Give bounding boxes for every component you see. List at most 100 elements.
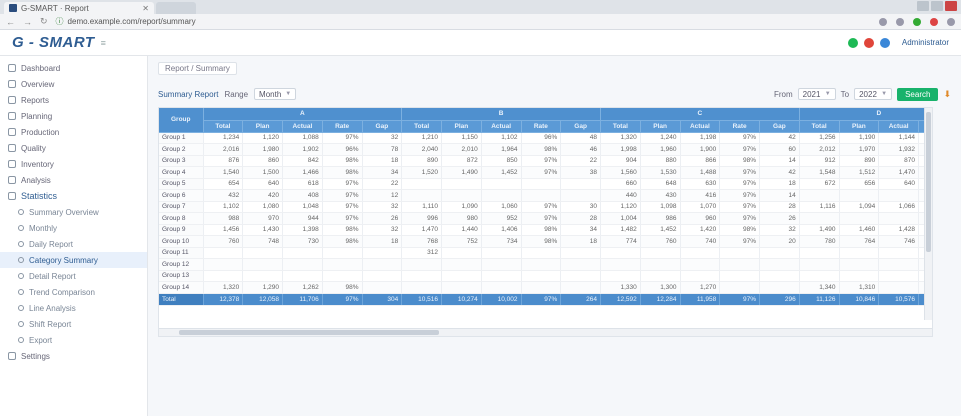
extension-green-icon[interactable] bbox=[913, 17, 921, 26]
close-tab-icon[interactable]: ✕ bbox=[142, 4, 149, 13]
table-row[interactable]: Group 2 2,016 1,980 1,902 96% 78 2,040 2,010 1,9… bbox=[159, 143, 932, 156]
status-green-icon[interactable] bbox=[847, 37, 858, 48]
sidebar-item-quality[interactable]: Quality bbox=[0, 140, 147, 156]
scroll-thumb[interactable] bbox=[926, 112, 931, 252]
table-row[interactable]: Group 6 432 420 408 97% 12 440 430 416 97% 14 bbox=[159, 189, 932, 202]
maximize-icon[interactable] bbox=[931, 1, 943, 11]
column-group-header[interactable]: B bbox=[401, 108, 601, 121]
column-header[interactable]: Total bbox=[203, 120, 244, 133]
menu-icon[interactable] bbox=[947, 17, 955, 26]
bookmark-icon[interactable] bbox=[879, 17, 887, 26]
scroll-thumb[interactable] bbox=[179, 330, 439, 335]
breadcrumb[interactable]: Report / Summary bbox=[158, 62, 237, 75]
column-header[interactable]: Plan bbox=[242, 120, 283, 133]
column-group-header[interactable]: A bbox=[203, 108, 403, 121]
column-header[interactable]: Gap bbox=[759, 120, 800, 133]
table-row[interactable]: Group 9 1,456 1,430 1,398 98% 32 1,470 1,440 1,4… bbox=[159, 224, 932, 236]
sidebar-item-overview[interactable]: Overview bbox=[0, 76, 147, 92]
table-row[interactable]: Group 13 bbox=[159, 270, 932, 282]
sidebar-item-production[interactable]: Production bbox=[0, 124, 147, 140]
sidebar-item-statistics[interactable]: Statistics bbox=[0, 188, 147, 204]
table-cell: 1,150 bbox=[441, 132, 482, 144]
sidebar-subitem-label: Category Summary bbox=[29, 255, 98, 265]
table-row[interactable]: Group 11 312 bbox=[159, 247, 932, 259]
sidebar-subitem[interactable]: Trend Comparison bbox=[0, 284, 147, 300]
column-header[interactable]: Actual bbox=[878, 120, 919, 133]
sidebar-item-reports[interactable]: Reports bbox=[0, 92, 147, 108]
sidebar-subitem[interactable]: Shift Report bbox=[0, 316, 147, 332]
sidebar-item-analysis[interactable]: Analysis bbox=[0, 172, 147, 188]
close-window-icon[interactable] bbox=[945, 1, 957, 11]
sidebar-item-inventory[interactable]: Inventory bbox=[0, 156, 147, 172]
column-header[interactable]: Rate bbox=[322, 120, 363, 133]
table-cell: 1,144 bbox=[878, 132, 919, 144]
from-select[interactable]: 2021 ▼ bbox=[797, 88, 836, 100]
minimize-icon[interactable] bbox=[917, 1, 929, 11]
user-name[interactable]: Administrator bbox=[902, 38, 949, 47]
sidebar-subitem[interactable]: Monthly bbox=[0, 220, 147, 236]
app-logo[interactable]: G - SMART bbox=[12, 34, 95, 51]
table-cell: 97% bbox=[719, 189, 760, 202]
total-cell: 11,706 bbox=[282, 293, 323, 306]
table-row[interactable]: Group 12 bbox=[159, 258, 932, 271]
export-icon[interactable]: ⬇ bbox=[943, 89, 951, 100]
sidebar-subitem[interactable]: Detail Report bbox=[0, 268, 147, 284]
table-row[interactable]: Group 4 1,540 1,500 1,466 98% 34 1,520 1,490 1,4… bbox=[159, 166, 932, 179]
new-tab-button[interactable] bbox=[156, 2, 196, 14]
table-cell: 944 bbox=[282, 212, 323, 225]
table-row[interactable]: Group 10 760 748 730 98% 18 768 752 734 98% 18 774 7… bbox=[159, 235, 932, 248]
status-blue-icon[interactable] bbox=[879, 37, 890, 48]
horizontal-scrollbar[interactable] bbox=[159, 328, 932, 336]
sidebar-item-planning[interactable]: Planning bbox=[0, 108, 147, 124]
sidebar-subitem[interactable]: Line Analysis bbox=[0, 300, 147, 316]
column-header[interactable]: Gap bbox=[560, 120, 601, 133]
table-cell bbox=[640, 247, 681, 259]
table-row[interactable]: Group 5 654 640 618 97% 22 660 648 630 97% 18 672 65… bbox=[159, 178, 932, 190]
sidebar-item-dashboard[interactable]: Dashboard bbox=[0, 60, 147, 76]
column-header[interactable]: Total bbox=[600, 120, 641, 133]
table-row[interactable]: Group 3 876 860 842 98% 18 890 872 850 97% 22 904 88… bbox=[159, 155, 932, 167]
sidebar-subitem-active[interactable]: Category Summary bbox=[0, 252, 147, 268]
table-row[interactable]: Group 8 988 970 944 97% 26 996 980 952 97% 28 1,004… bbox=[159, 212, 932, 225]
column-header[interactable]: Actual bbox=[680, 120, 721, 133]
menu-toggle-icon[interactable]: ≡ bbox=[101, 38, 106, 48]
range-select[interactable]: Month ▼ bbox=[254, 88, 297, 100]
column-header[interactable]: Total bbox=[401, 120, 442, 133]
column-group-header[interactable]: D bbox=[799, 108, 932, 121]
table-cell: 97% bbox=[719, 132, 760, 144]
browser-tab[interactable]: G-SMART · Report ✕ bbox=[4, 2, 154, 14]
column-header[interactable]: Plan bbox=[441, 120, 482, 133]
column-header[interactable]: Gap bbox=[362, 120, 403, 133]
table-cell bbox=[640, 258, 681, 271]
reload-icon[interactable]: ↻ bbox=[40, 16, 48, 27]
sidebar-subitem[interactable]: Summary Overview bbox=[0, 204, 147, 220]
search-button[interactable]: Search bbox=[897, 87, 939, 101]
column-header[interactable]: Rate bbox=[521, 120, 562, 133]
column-header[interactable]: Actual bbox=[282, 120, 323, 133]
column-header[interactable]: Rate bbox=[719, 120, 760, 133]
table-cell: 1,488 bbox=[680, 166, 721, 179]
table-cell: 98% bbox=[322, 224, 363, 236]
table-row[interactable]: Group 7 1,102 1,080 1,048 97% 32 1,110 1,090 1,0… bbox=[159, 201, 932, 213]
sidebar-subitem[interactable]: Daily Report bbox=[0, 236, 147, 252]
vertical-scrollbar[interactable] bbox=[924, 108, 932, 320]
table-row[interactable]: Group 1 1,234 1,120 1,088 97% 32 1,210 1,150 1,1… bbox=[159, 132, 932, 144]
column-header[interactable]: Plan bbox=[640, 120, 681, 133]
column-header[interactable]: Total bbox=[799, 120, 840, 133]
sidebar-item-settings[interactable]: Settings bbox=[0, 348, 147, 364]
column-header[interactable]: Actual bbox=[481, 120, 522, 133]
sidebar-subitem[interactable]: Export bbox=[0, 332, 147, 348]
extension-red-icon[interactable] bbox=[930, 17, 938, 26]
status-red-icon[interactable] bbox=[863, 37, 874, 48]
forward-icon[interactable]: → bbox=[23, 17, 32, 27]
extension-icon[interactable] bbox=[896, 17, 904, 26]
table-row[interactable]: Group 14 1,320 1,290 1,262 98% 1,330 1,300 1,27… bbox=[159, 281, 932, 294]
total-cell: 10,516 bbox=[401, 293, 442, 306]
column-group-header[interactable]: C bbox=[600, 108, 800, 121]
to-select[interactable]: 2022 ▼ bbox=[854, 88, 893, 100]
column-header[interactable]: Plan bbox=[839, 120, 880, 133]
back-icon[interactable]: ← bbox=[6, 17, 15, 27]
table-cell: 1,902 bbox=[282, 143, 323, 156]
row-label: Group 1 bbox=[159, 132, 204, 144]
url-field[interactable]: ⓘ demo.example.com/report/summary bbox=[56, 16, 576, 28]
